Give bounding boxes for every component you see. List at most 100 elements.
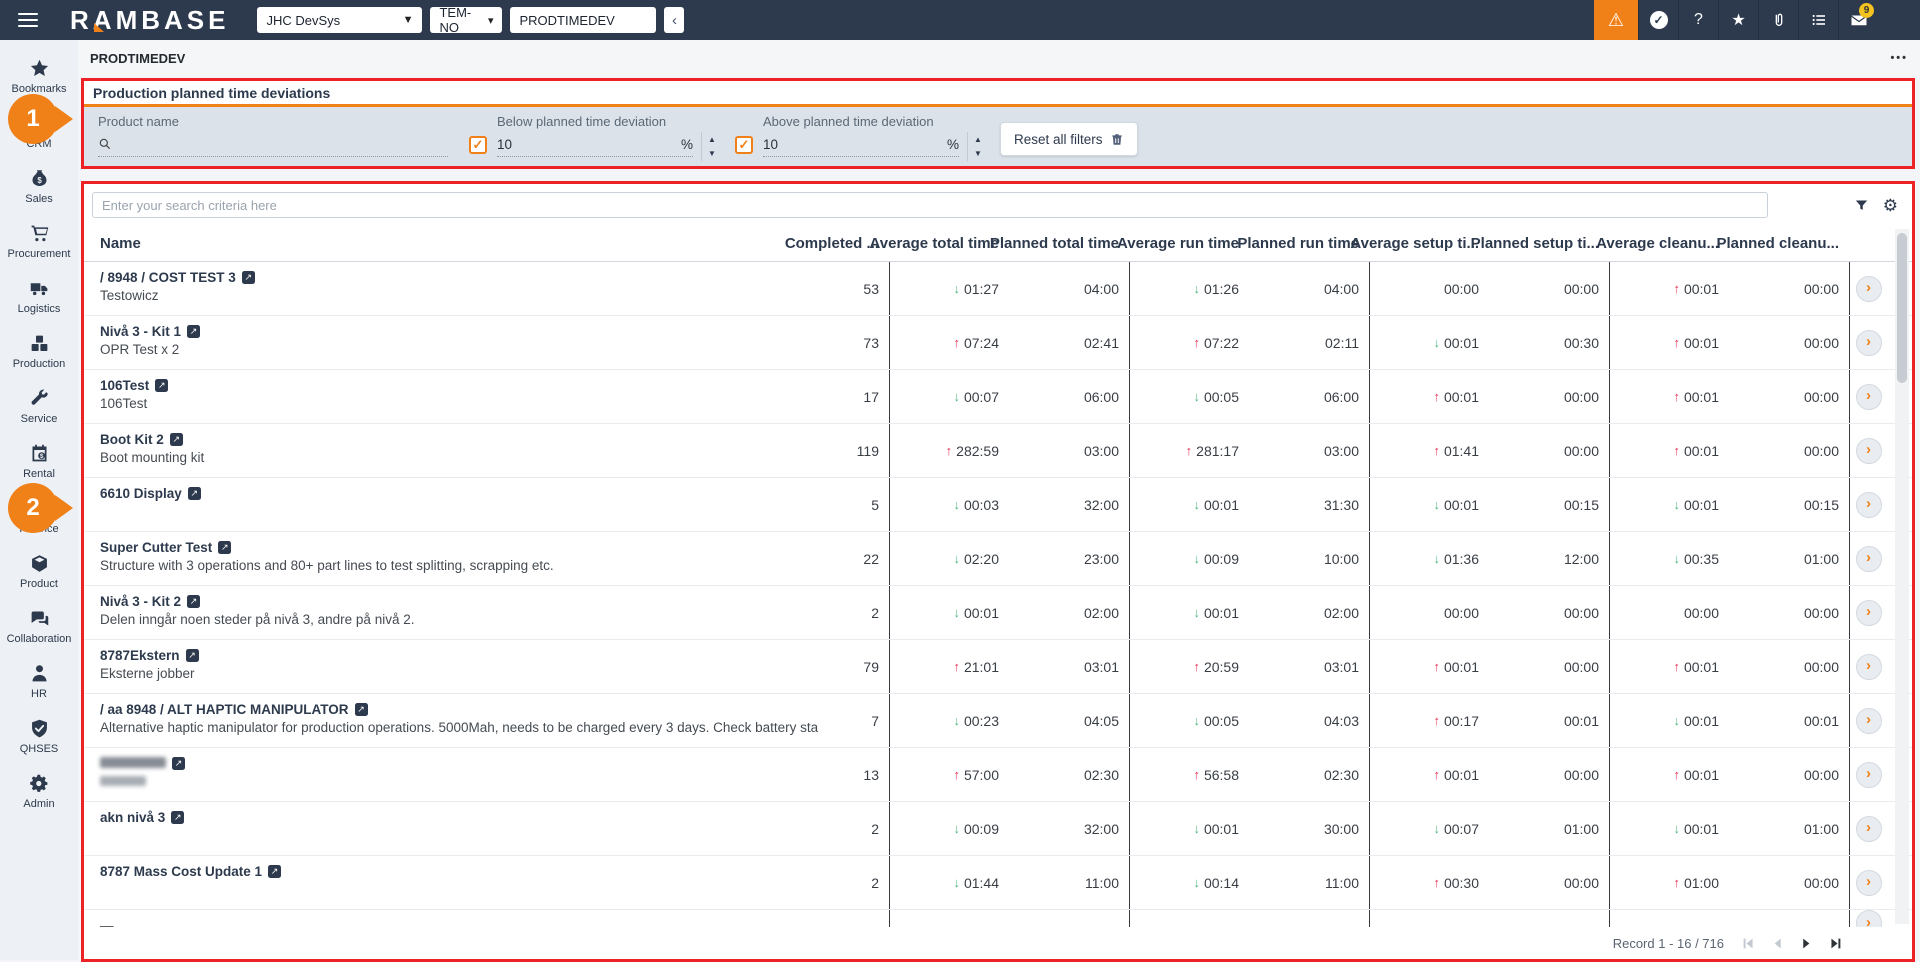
sidebar-item-sales[interactable]: $ Sales <box>0 158 78 213</box>
below-deviation-input[interactable]: 10 % <box>497 132 693 157</box>
paperclip-icon[interactable] <box>1758 0 1798 40</box>
sidebar-item-procurement[interactable]: Procurement <box>0 213 78 268</box>
last-page-icon[interactable] <box>1829 937 1842 950</box>
open-record-icon[interactable]: ↗ <box>171 811 184 824</box>
deviation-down-arrow-icon: ↓ <box>1433 551 1440 566</box>
row-expand-button[interactable]: › <box>1856 654 1882 680</box>
sidebar-item-product[interactable]: Product <box>0 543 78 598</box>
rental-icon: $ <box>29 442 50 466</box>
deviation-down-arrow-icon: ↓ <box>953 875 960 890</box>
open-record-icon[interactable]: ↗ <box>155 379 168 392</box>
sidebar-item-hr[interactable]: HR <box>0 653 78 708</box>
product-name-link[interactable]: Super Cutter Test <box>100 540 212 555</box>
gear-icon[interactable]: ⚙ <box>1883 197 1898 214</box>
hamburger-menu-icon[interactable] <box>0 0 56 40</box>
row-expand-button[interactable]: › <box>1856 492 1882 518</box>
above-deviation-checkbox[interactable]: ✓ <box>735 136 753 154</box>
product-name-input[interactable] <box>98 132 448 157</box>
stepper-down-icon[interactable]: ▼ <box>968 147 988 162</box>
row-expand-button[interactable]: › <box>1856 330 1882 356</box>
row-expand-button[interactable]: › <box>1856 546 1882 572</box>
row-expand-button[interactable]: › <box>1856 276 1882 302</box>
product-name-link[interactable]: 106Test <box>100 378 149 393</box>
product-name-link[interactable]: akn nivå 3 <box>100 810 165 825</box>
sidebar-item-qhses[interactable]: QHSES <box>0 708 78 763</box>
row-expand-button[interactable]: › <box>1856 910 1882 927</box>
column-header-planned-setup-time[interactable]: Planned setup ti... <box>1489 226 1609 261</box>
open-record-icon[interactable]: ↗ <box>186 649 199 662</box>
product-name-link[interactable]: — <box>100 918 114 927</box>
help-icon[interactable]: ? <box>1678 0 1718 40</box>
reset-all-filters-button[interactable]: Reset all filters <box>1000 122 1138 156</box>
product-name-link[interactable]: Nivå 3 - Kit 2 <box>100 594 181 609</box>
product-name-link[interactable]: 8787 Mass Cost Update 1 <box>100 864 262 879</box>
product-name-link[interactable]: Boot Kit 2 <box>100 432 164 447</box>
open-record-icon[interactable]: ↗ <box>268 865 281 878</box>
open-record-icon[interactable]: ↗ <box>187 325 200 338</box>
overflow-menu-icon[interactable]: ••• <box>1890 52 1908 64</box>
column-header-average-run-time[interactable]: Average run time <box>1129 226 1249 261</box>
deviation-up-arrow-icon: ↑ <box>1433 659 1440 674</box>
filter-funnel-icon[interactable] <box>1854 197 1869 214</box>
messages-icon[interactable]: 9 <box>1838 0 1878 40</box>
column-header-average-cleanup-time[interactable]: Average cleanu... <box>1609 226 1729 261</box>
table-row: ↗ 13 ↑57:00 02:30 ↑56:58 02:30 ↑00:01 00… <box>84 748 1912 802</box>
shield-icon <box>29 717 50 741</box>
program-search-input[interactable]: PRODTIMEDEV <box>510 7 656 33</box>
stepper-up-icon[interactable]: ▲ <box>968 132 988 147</box>
sidebar-item-collaboration[interactable]: Collaboration <box>0 598 78 653</box>
vertical-scrollbar[interactable] <box>1895 229 1909 924</box>
product-name-link[interactable]: / 8948 / COST TEST 3 <box>100 270 236 285</box>
alert-icon[interactable]: ⚠ <box>1594 0 1638 40</box>
row-expand-button[interactable]: › <box>1856 438 1882 464</box>
row-expand-button[interactable]: › <box>1856 816 1882 842</box>
open-record-icon[interactable]: ↗ <box>218 541 231 554</box>
product-name-link[interactable]: Nivå 3 - Kit 1 <box>100 324 181 339</box>
product-description: Structure with 3 operations and 80+ part… <box>100 558 554 573</box>
open-record-icon[interactable]: ↗ <box>242 271 255 284</box>
sidebar-item-logistics[interactable]: Logistics <box>0 268 78 323</box>
column-header-planned-total-time[interactable]: Planned total time <box>1009 226 1129 261</box>
scrollbar-thumb[interactable] <box>1897 233 1907 383</box>
row-expand-button[interactable]: › <box>1856 384 1882 410</box>
open-record-icon[interactable]: ↗ <box>187 595 200 608</box>
stepper-up-icon[interactable]: ▲ <box>702 132 722 147</box>
locale-select[interactable]: TEM-NO ▾ <box>430 7 502 33</box>
panel-title: Production planned time deviations <box>84 81 1912 107</box>
planned-setup-time: 00:15 <box>1489 478 1609 531</box>
row-expand-button[interactable]: › <box>1856 708 1882 734</box>
above-deviation-input[interactable]: 10 % <box>763 132 959 157</box>
sidebar-item-production[interactable]: Production <box>0 323 78 378</box>
sidebar-item-admin[interactable]: Admin <box>0 763 78 818</box>
row-expand-button[interactable]: › <box>1856 600 1882 626</box>
stepper-down-icon[interactable]: ▼ <box>702 147 722 162</box>
below-deviation-checkbox[interactable]: ✓ <box>469 136 487 154</box>
average-setup-time: ↑00:01 <box>1369 370 1489 423</box>
completed-count: 5 <box>719 478 889 531</box>
table-search-input[interactable]: Enter your search criteria here <box>92 192 1768 218</box>
sidebar-item-service[interactable]: Service <box>0 378 78 433</box>
next-page-icon[interactable] <box>1800 937 1813 950</box>
open-record-icon[interactable]: ↗ <box>172 757 185 770</box>
row-expand-button[interactable]: › <box>1856 870 1882 896</box>
product-name-link[interactable]: 8787Ekstern <box>100 648 180 663</box>
sidebar-item-rental[interactable]: $ Rental <box>0 433 78 488</box>
column-header-completed[interactable]: Completed ... <box>719 226 889 261</box>
column-header-planned-cleanup-time[interactable]: Planned cleanu... <box>1729 226 1849 261</box>
open-record-icon[interactable]: ↗ <box>170 433 183 446</box>
collapse-left-button[interactable]: ‹ <box>664 7 684 33</box>
open-record-icon[interactable]: ↗ <box>355 703 368 716</box>
user-avatar[interactable] <box>1882 3 1916 37</box>
average-cleanup-time: ↑00:01 <box>1609 424 1729 477</box>
product-name-link[interactable]: / aa 8948 / ALT HAPTIC MANIPULATOR <box>100 702 349 717</box>
task-list-icon[interactable] <box>1798 0 1838 40</box>
deviation-up-arrow-icon: ↑ <box>946 443 953 458</box>
column-header-name[interactable]: Name <box>84 226 719 261</box>
favorites-star-icon[interactable]: ★ <box>1718 0 1758 40</box>
approval-seal-icon[interactable]: ✓ <box>1638 0 1678 40</box>
open-record-icon[interactable]: ↗ <box>188 487 201 500</box>
product-name-link[interactable] <box>100 756 166 771</box>
product-name-link[interactable]: 6610 Display <box>100 486 182 501</box>
row-expand-button[interactable]: › <box>1856 762 1882 788</box>
system-select[interactable]: JHC DevSys ▼ <box>257 7 422 33</box>
